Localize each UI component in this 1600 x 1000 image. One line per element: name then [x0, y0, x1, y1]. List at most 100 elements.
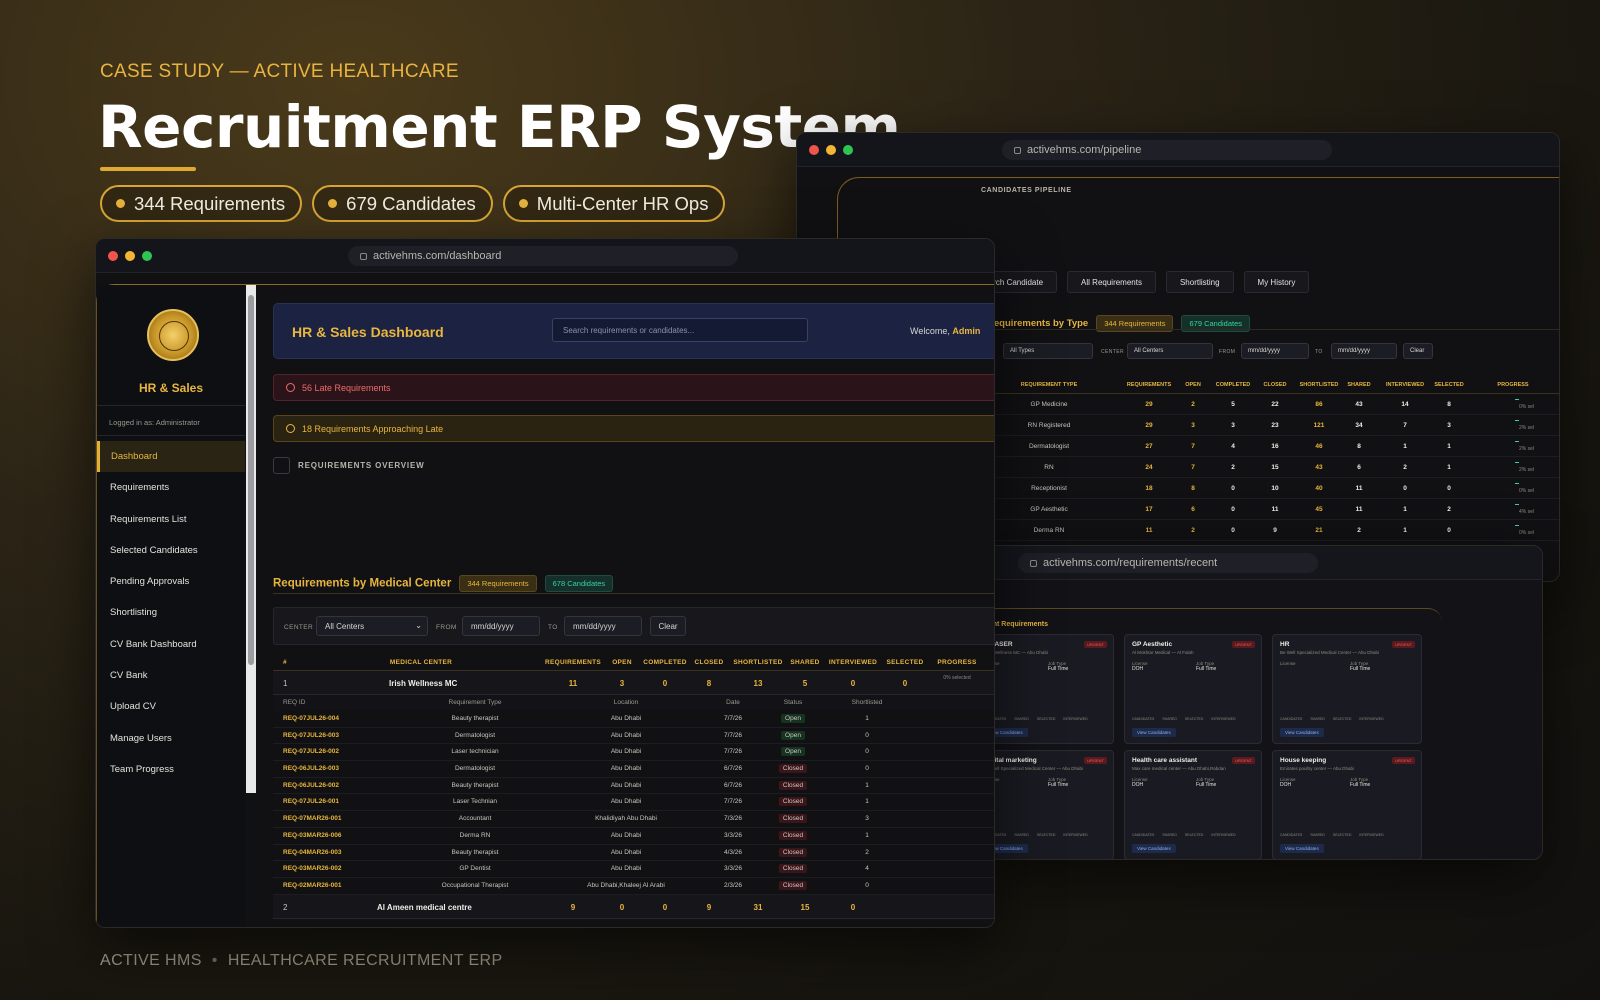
table-row[interactable]: REQ-06JUL26-003 Dermatologist Abu Dhabi 6/7… [273, 761, 994, 778]
table-row[interactable]: REQ-03MAR26-006 Derma RN Abu Dhabi 3/3/26 Cl… [273, 828, 994, 845]
sidebar-item-requirements[interactable]: Requirements [97, 472, 245, 503]
requirement-card[interactable]: HR Be Well Specialized Medical Center — A… [1272, 634, 1422, 744]
close-dot-icon[interactable] [108, 250, 118, 261]
requirement-card[interactable]: N LASER Irish Wellness MC — Abu Dhabi URGE… [976, 634, 1114, 744]
table-row[interactable]: GP Medicine 29 2 5 22 86 43 14 8 0% sel [987, 394, 1559, 415]
requirement-card[interactable]: Health care assistant Max care medical ce… [1124, 750, 1262, 859]
table-group-row[interactable]: 1 Irish Wellness MC 11 3 0 8 13 5 0 0 0% selected [273, 671, 994, 695]
table-row[interactable]: REQ-04MAR26-003 Beauty therapist Abu Dhabi… [273, 845, 994, 862]
chevron-down-icon: ⌄ [415, 621, 422, 630]
clear-button[interactable]: Clear [650, 616, 686, 636]
view-candidates-button[interactable]: View Candidates [1132, 728, 1176, 737]
table-body: GP Medicine 29 2 5 22 86 43 14 8 0% sel RN Registe… [987, 394, 1559, 541]
stat: INTERVIEWED [1359, 717, 1383, 721]
sidebar-item-selected-candidates[interactable]: Selected Candidates [97, 535, 245, 566]
hero-title: Recruitment ERP System [98, 93, 901, 161]
sidebar-item-manage-users[interactable]: Manage Users [97, 723, 245, 754]
bell-icon [286, 383, 295, 392]
cell-value: 3 [1231, 422, 1235, 429]
from-date[interactable]: mm/dd/yyyy [1241, 343, 1309, 359]
cell-value: 21 [1315, 527, 1323, 534]
stat: CANDIDATES [1280, 717, 1302, 721]
maximize-dot-icon[interactable] [843, 144, 853, 155]
to-date[interactable]: mm/dd/yyyy [564, 616, 642, 636]
view-candidates-button[interactable]: View Candidates [1132, 844, 1176, 853]
card-subtitle: Al Mokhtar Medical — Al Falah [1132, 650, 1194, 655]
center-label: CENTER [284, 624, 314, 631]
row-cell: 0 [865, 748, 869, 756]
requirement-card[interactable]: Digital marketing Be Well Specialized Med… [976, 750, 1114, 859]
requirement-card[interactable]: House keeping Emirates poultry center — A… [1272, 750, 1422, 859]
table-row[interactable]: REQ-07MAR26-001 Accountant Khalidiyah Abu … [273, 811, 994, 828]
table-row[interactable]: REQ-07JUL26-003 Dermatologist Abu Dhabi 7/7… [273, 728, 994, 745]
row-cell: 0 [865, 881, 869, 889]
table-row[interactable]: Dermatologist 27 7 4 16 46 8 1 1 2% sel [987, 436, 1559, 457]
titlebar: activehms.com/requirements/recent [976, 546, 1542, 580]
cell-value: 7 [1403, 422, 1407, 429]
table-row[interactable]: REQ-02MAR26-001 Occupational Therapist Abu… [273, 878, 994, 895]
tab-my-history[interactable]: My History [1243, 271, 1310, 293]
requirement-card[interactable]: GP Aesthetic Al Mokhtar Medical — Al Fala… [1124, 634, 1262, 744]
close-dot-icon[interactable] [809, 144, 819, 155]
sidebar-scrollbar[interactable] [246, 285, 256, 793]
card-subtitle: Irish Wellness MC — Abu Dhabi [984, 650, 1048, 655]
sidebar-item-cv-bank[interactable]: CV Bank [97, 660, 245, 691]
tab-shortlisting[interactable]: Shortlisting [1165, 271, 1234, 293]
table-row[interactable]: REQ-06JUL26-002 Beauty therapist Abu Dhabi… [273, 778, 994, 795]
table-row[interactable]: REQ-07JUL26-002 Laser technician Abu Dhabi… [273, 744, 994, 762]
card-stats: CANDIDATES SHARED SELECTED INTERVIEWED [1280, 833, 1384, 837]
clear-button[interactable]: Clear [1403, 343, 1433, 359]
address-bar[interactable]: activehms.com/requirements/recent [1018, 553, 1318, 573]
scroll-thumb[interactable] [248, 295, 254, 665]
view-candidates-button[interactable]: View Candidates [1280, 728, 1324, 737]
to-date[interactable]: mm/dd/yyyy [1331, 343, 1397, 359]
progress-text: 2% sel [1519, 446, 1535, 452]
cell-value: 8 [706, 679, 712, 688]
requirement-type: GP Medicine [1030, 401, 1068, 408]
table-row[interactable]: RN Registered 29 3 3 23 121 34 7 3 2% sel [987, 415, 1559, 436]
table-row[interactable]: RN 24 7 2 15 43 6 2 1 2% sel [987, 457, 1559, 478]
badge-candidates: 678 Candidates [544, 575, 614, 592]
minimize-dot-icon[interactable] [826, 144, 836, 155]
tab-all-requirements[interactable]: All Requirements [1067, 271, 1156, 293]
address-bar[interactable]: activehms.com/dashboard [348, 246, 738, 266]
sidebar-item-pending-approvals[interactable]: Pending Approvals [97, 566, 245, 597]
table-group-row[interactable]: 2 Al Ameen medical centre 9 0 0 9 31 15 0 [273, 894, 994, 919]
table-row[interactable]: Derma RN 11 2 0 9 21 2 1 0 0% sel [987, 520, 1559, 541]
table-row[interactable]: REQ-07JUL26-004 Beauty therapist Abu Dhabi… [273, 711, 994, 728]
medical-center-table: # MEDICAL CENTER REQUIREMENTS OPEN COMPLETED… [273, 655, 994, 919]
table-row[interactable]: Receptionist 18 8 0 10 40 11 0 0 0% sel [987, 478, 1559, 499]
from-date[interactable]: mm/dd/yyyy [462, 616, 540, 636]
sidebar-item-requirements-list[interactable]: Requirements List [97, 504, 245, 535]
approaching-alert[interactable]: 18 Requirements Approaching Late [273, 415, 994, 442]
column-header: PROGRESS [1497, 382, 1529, 388]
maximize-dot-icon[interactable] [142, 250, 152, 261]
center-select[interactable]: All Centers ⌄ [316, 616, 428, 636]
table-row[interactable]: GP Aesthetic 17 6 0 11 45 11 1 2 4% sel [987, 499, 1559, 520]
sidebar-item-cv-bank-dashboard[interactable]: CV Bank Dashboard [97, 629, 245, 660]
stat: INTERVIEWED [1359, 833, 1383, 837]
table-row[interactable]: REQ-03MAR26-002 GP Dentist Abu Dhabi 3/3/26… [273, 861, 994, 878]
sidebar-item-team-progress[interactable]: Team Progress [97, 754, 245, 785]
status-badge: Closed [778, 847, 808, 857]
table-row[interactable]: REQ-07JUL26-001 Laser Technian Abu Dhabi 7/… [273, 794, 994, 812]
card-subtitle: Emirates poultry center — Abu Dhabi [1280, 766, 1355, 771]
minimize-dot-icon[interactable] [125, 250, 135, 261]
sidebar-item-upload-cv[interactable]: Upload CV [97, 691, 245, 722]
address-bar[interactable]: activehms.com/pipeline [1002, 140, 1332, 160]
filter-bar: CENTER All Centers ⌄ FROM mm/dd/yyyy TO m… [273, 607, 994, 645]
sidebar-title: HR & Sales [138, 381, 204, 395]
sidebar-item-dashboard[interactable]: Dashboard [97, 441, 245, 473]
type-select[interactable]: All Types [1003, 343, 1093, 359]
late-alert[interactable]: 56 Late Requirements [273, 374, 994, 401]
row-cell: REQ-04MAR26-003 [283, 848, 342, 856]
status-badge: Closed [778, 780, 808, 790]
view-candidates-button[interactable]: View Candidates [1280, 844, 1324, 853]
row-cell: 6/7/26 [723, 765, 743, 773]
row-cell: Abu Dhabi [610, 848, 642, 856]
center-select[interactable]: All Centers [1127, 343, 1213, 359]
sidebar-item-shortlisting[interactable]: Shortlisting [97, 597, 245, 628]
menu-icon[interactable] [273, 457, 290, 474]
search-input[interactable]: Search requirements or candidates... [552, 318, 808, 342]
cell-value: 1 [1447, 443, 1451, 450]
